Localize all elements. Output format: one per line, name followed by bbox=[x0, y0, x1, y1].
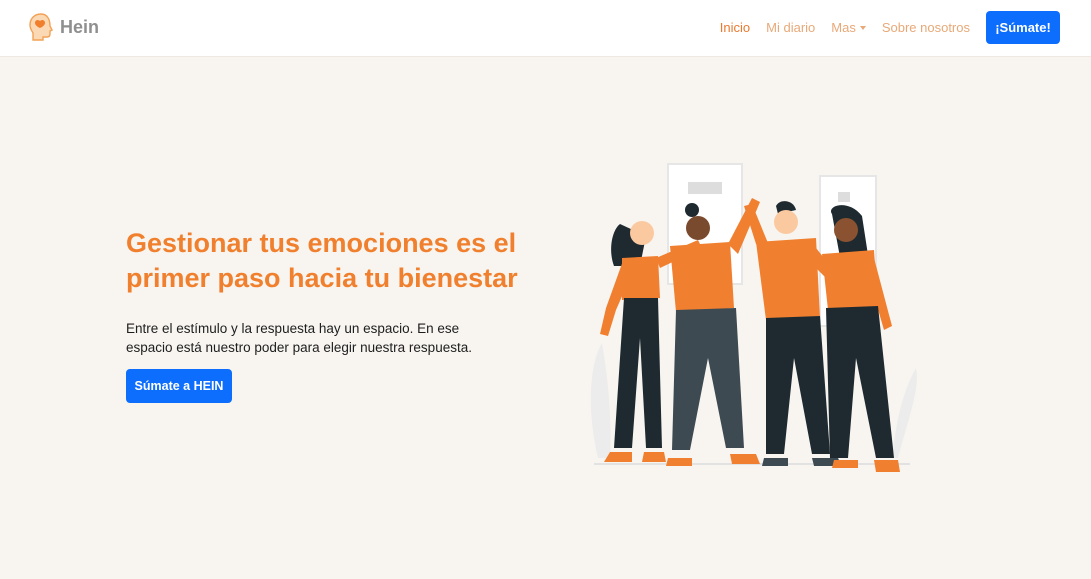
head-heart-icon bbox=[29, 13, 53, 41]
brand-home-link[interactable]: Hein bbox=[28, 12, 99, 42]
nav-links: Inicio Mi diario Mas Sobre nosotros bbox=[704, 20, 970, 35]
team-high-five-illustration bbox=[590, 163, 917, 472]
nav-dropdown-label: Mas bbox=[831, 20, 856, 35]
caret-down-icon bbox=[859, 26, 866, 30]
nav-link-inicio[interactable]: Inicio bbox=[720, 20, 750, 35]
hero-join-button[interactable]: Súmate a HEIN bbox=[126, 369, 232, 403]
nav-dropdown-mas[interactable]: Mas bbox=[831, 20, 866, 35]
hero-text: Entre el estímulo y la respuesta hay un … bbox=[126, 321, 472, 355]
join-button[interactable]: ¡Súmate! bbox=[986, 11, 1060, 44]
brand-name: Hein bbox=[60, 16, 100, 37]
nav-link-sobre-nosotros[interactable]: Sobre nosotros bbox=[882, 20, 970, 35]
nav-link-mi-diario[interactable]: Mi diario bbox=[766, 20, 815, 35]
navbar: Hein Inicio Mi diario Mas Sobre nosotros… bbox=[0, 0, 1091, 57]
hero-title: Gestionar tus emociones es el primer pas… bbox=[126, 228, 518, 293]
